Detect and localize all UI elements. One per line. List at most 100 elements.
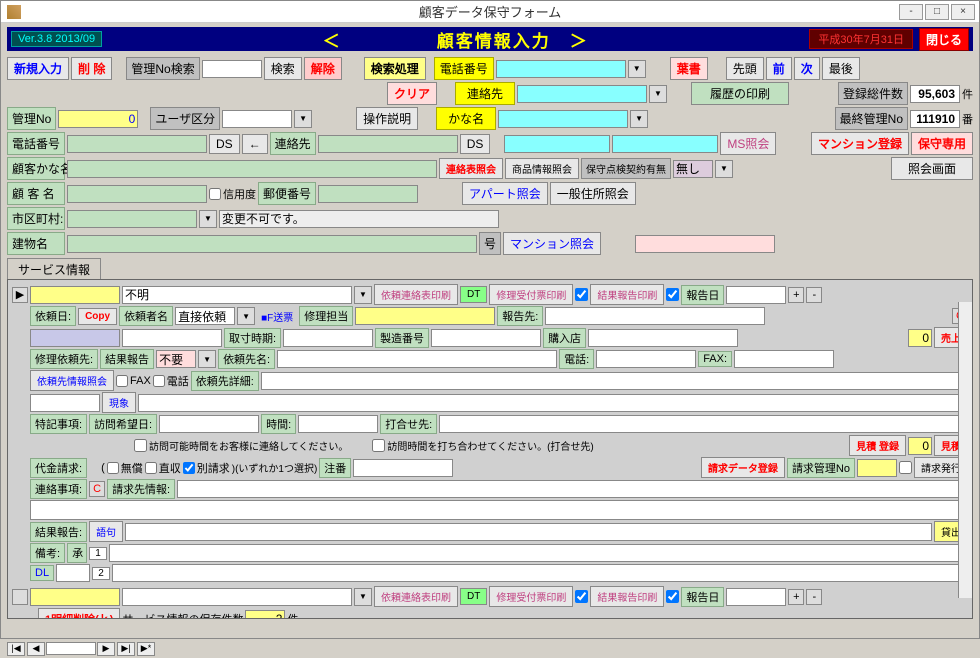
maint-contract-dropdown[interactable]: ▼	[715, 160, 733, 178]
close-button[interactable]: 閉じる	[919, 28, 969, 51]
rec-nav-first[interactable]: |◀	[7, 642, 25, 656]
row2-report-date-input[interactable]	[726, 588, 786, 606]
row2-plus[interactable]: +	[788, 589, 804, 605]
ms-inquiry-button[interactable]: MS照会	[720, 132, 776, 155]
inquiry-screen-button[interactable]: 照会画面	[891, 157, 973, 180]
operation-help-button[interactable]: 操作説明	[356, 107, 418, 130]
nav-next-button[interactable]: 次	[794, 57, 820, 80]
row2-recv-check[interactable]	[575, 590, 588, 603]
phone-ds-button[interactable]: DS	[209, 134, 240, 154]
panel-scrollbar[interactable]	[958, 302, 972, 598]
requester-input[interactable]	[175, 307, 235, 325]
visit-note-2-check[interactable]	[372, 439, 385, 452]
contact-item-text[interactable]	[30, 500, 968, 520]
phone-left-button[interactable]: ←	[242, 134, 268, 154]
product-info-inquiry-button[interactable]: 商品情報照会	[505, 158, 579, 179]
mansion-inquiry-button[interactable]: マンション照会	[503, 232, 601, 255]
repair-tanto-input[interactable]	[355, 307, 495, 325]
billing-to-info-input[interactable]	[177, 480, 968, 498]
history-print-button[interactable]: 履歴の印刷	[691, 82, 789, 105]
tel-check[interactable]: 電話	[153, 373, 189, 389]
new-button[interactable]: 新規入力	[7, 57, 69, 80]
billing-data-register-button[interactable]: 請求データ登録	[701, 457, 785, 478]
recv-check[interactable]	[575, 288, 588, 301]
genba-pre-input[interactable]	[30, 394, 100, 412]
date-input[interactable]	[30, 329, 120, 347]
phrase-button[interactable]: 語句	[89, 521, 123, 542]
apartment-inquiry-button[interactable]: アパート照会	[462, 182, 548, 205]
contact-ds-button[interactable]: DS	[460, 134, 491, 154]
filter-kana-input[interactable]	[498, 110, 628, 128]
fax-input[interactable]	[734, 350, 834, 368]
contact-c-button[interactable]: C	[89, 481, 105, 497]
row2-y-input[interactable]	[30, 588, 120, 606]
kana-input[interactable]	[67, 160, 437, 178]
close-window-button[interactable]: ×	[951, 4, 975, 20]
user-class-input[interactable]	[222, 110, 292, 128]
row2-status-input[interactable]	[122, 588, 352, 606]
address-inquiry-button[interactable]: 一般住所照会	[550, 182, 636, 205]
filter-contact-dropdown[interactable]: ▼	[649, 85, 667, 103]
serial-input[interactable]	[431, 329, 541, 347]
hagaki-button[interactable]: 葉書	[670, 57, 708, 80]
report-date-input[interactable]	[726, 286, 786, 304]
remark-input-1[interactable]	[109, 544, 968, 562]
dl-input[interactable]	[56, 564, 90, 582]
result-dropdown[interactable]: ▼	[198, 350, 216, 368]
nav-last-button[interactable]: 最後	[822, 57, 860, 80]
billing-mgmt-input[interactable]	[857, 459, 897, 477]
customer-name-input[interactable]	[67, 185, 207, 203]
nav-prev-button[interactable]: 前	[766, 57, 792, 80]
order-no-input[interactable]	[353, 459, 453, 477]
row2-dt[interactable]: DT	[460, 588, 487, 605]
plus-button[interactable]: +	[788, 287, 804, 303]
building-extra-input[interactable]	[635, 235, 775, 253]
fax-check[interactable]: FAX	[116, 375, 151, 387]
store-input[interactable]	[588, 329, 738, 347]
rec-nav-new[interactable]: ▶*	[137, 642, 155, 656]
acquire-period-input[interactable]	[283, 329, 373, 347]
time-input[interactable]	[298, 415, 378, 433]
result-report-print-button[interactable]: 結果報告印刷	[590, 284, 664, 305]
top-status-dropdown[interactable]: ▼	[354, 286, 372, 304]
filter-kana-dropdown[interactable]: ▼	[630, 110, 648, 128]
city-dropdown[interactable]: ▼	[199, 210, 217, 228]
extra-cyan-input-2[interactable]	[612, 135, 718, 153]
estimate-register-button[interactable]: 見積 登録	[849, 435, 906, 456]
phone-input[interactable]	[67, 135, 207, 153]
result-report-text[interactable]	[125, 523, 932, 541]
separate-billing-check[interactable]: 別請求	[183, 460, 230, 476]
contact-input[interactable]	[318, 135, 458, 153]
row2-dropdown[interactable]: ▼	[354, 588, 372, 606]
requester-dropdown[interactable]: ▼	[237, 307, 255, 325]
row2-result-check[interactable]	[666, 590, 679, 603]
result-value[interactable]	[156, 350, 196, 368]
filter-contact-input[interactable]	[517, 85, 647, 103]
search-button[interactable]: 検索	[264, 57, 302, 80]
service-info-tab[interactable]: サービス情報	[7, 258, 101, 280]
bill-issue-check[interactable]	[899, 461, 912, 474]
row2-minus[interactable]: -	[806, 589, 822, 605]
estimate-zero[interactable]	[908, 437, 932, 455]
top-status-input[interactable]	[122, 286, 352, 304]
building-input[interactable]	[67, 235, 477, 253]
mgmt-no-input[interactable]	[58, 110, 138, 128]
minus-button[interactable]: -	[806, 287, 822, 303]
record-selector-2[interactable]	[12, 589, 28, 605]
tel-input[interactable]	[596, 350, 696, 368]
postal-input[interactable]	[318, 185, 418, 203]
report-to-input[interactable]	[545, 307, 765, 325]
clear-button[interactable]: クリア	[387, 82, 437, 105]
dl-label[interactable]: DL	[30, 565, 54, 581]
search-process-button[interactable]: 検索処理	[364, 57, 426, 80]
extra-cyan-input-1[interactable]	[504, 135, 610, 153]
dt-button[interactable]: DT	[460, 286, 487, 303]
visit-note-1-check[interactable]	[134, 439, 147, 452]
top-y-input[interactable]	[30, 286, 120, 304]
result-check[interactable]	[666, 288, 679, 301]
filter-phone-input[interactable]	[496, 60, 626, 78]
rec-nav-prev[interactable]: ◀	[27, 642, 45, 656]
rec-nav-last[interactable]: ▶|	[117, 642, 135, 656]
city-input[interactable]	[67, 210, 197, 228]
acq-blank-input[interactable]	[122, 329, 222, 347]
